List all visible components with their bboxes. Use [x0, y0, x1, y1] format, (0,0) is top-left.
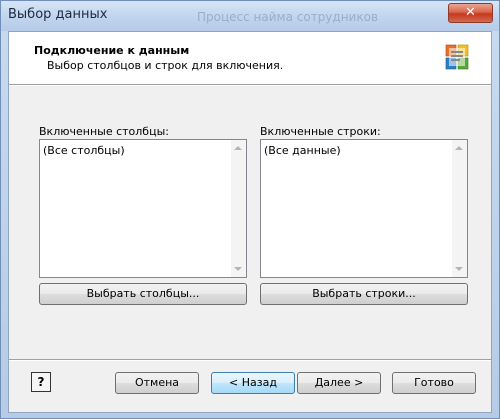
- included-rows-label: Включенные строки:: [260, 125, 381, 138]
- finish-button[interactable]: Готово: [392, 372, 476, 394]
- scroll-up-icon[interactable]: [455, 146, 463, 150]
- list-item[interactable]: (Все данные): [264, 144, 341, 157]
- included-columns-list[interactable]: (Все столбцы): [39, 139, 247, 278]
- columns-scrollbar[interactable]: [231, 140, 246, 277]
- close-button[interactable]: ✕: [448, 3, 493, 23]
- back-button[interactable]: < Назад: [211, 372, 295, 394]
- rows-scrollbar[interactable]: [452, 140, 467, 277]
- window-title: Выбор данных: [8, 7, 108, 22]
- wizard-step-subtitle: Выбор столбцов и строк для включения.: [47, 59, 284, 72]
- next-button[interactable]: Далее >: [297, 372, 381, 394]
- footer-separator-highlight: [9, 360, 491, 361]
- cancel-button[interactable]: Отмена: [115, 372, 199, 394]
- office-logo-icon: [445, 44, 469, 70]
- help-button[interactable]: ?: [31, 372, 51, 392]
- included-columns-label: Включенные столбцы:: [39, 125, 169, 138]
- list-item[interactable]: (Все столбцы): [43, 144, 125, 157]
- select-rows-button[interactable]: Выбрать строки...: [260, 283, 468, 305]
- header-separator: [9, 85, 491, 86]
- scroll-down-icon[interactable]: [234, 267, 242, 271]
- scroll-down-icon[interactable]: [455, 267, 463, 271]
- wizard-step-title: Подключение к данным: [34, 44, 190, 57]
- title-bar[interactable]: Процесс найма сотрудников Выбор данных ✕: [1, 1, 499, 31]
- dialog-client-area: Подключение к данным Выбор столбцов и ст…: [8, 31, 492, 413]
- wizard-header: Подключение к данным Выбор столбцов и ст…: [9, 32, 491, 85]
- close-icon: ✕: [465, 5, 476, 20]
- included-rows-list[interactable]: (Все данные): [260, 139, 468, 278]
- dialog-window: Процесс найма сотрудников Выбор данных ✕…: [0, 0, 500, 419]
- help-icon: ?: [37, 375, 45, 389]
- background-window-title: Процесс найма сотрудников: [197, 10, 379, 24]
- select-columns-button[interactable]: Выбрать столбцы...: [39, 283, 247, 305]
- scroll-up-icon[interactable]: [234, 146, 242, 150]
